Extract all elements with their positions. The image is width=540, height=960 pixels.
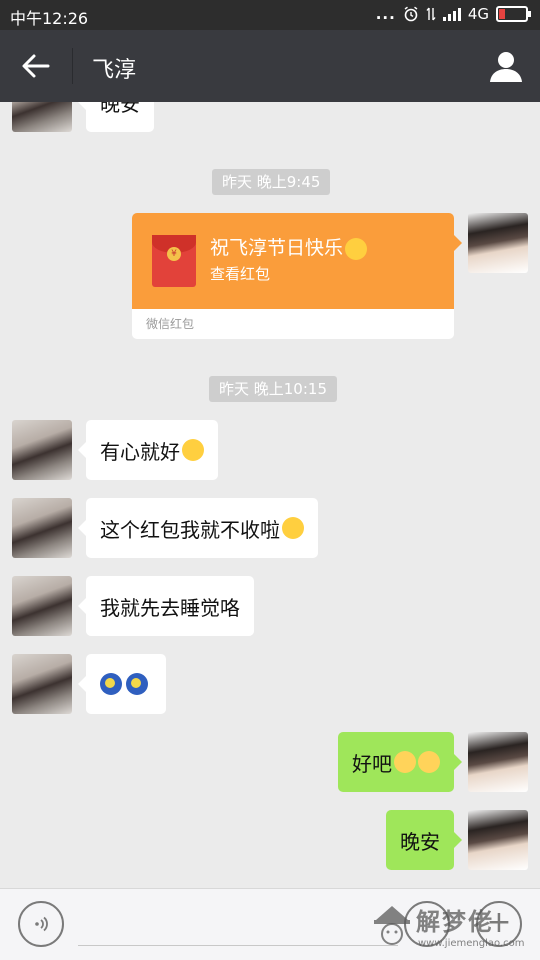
battery-icon	[496, 6, 531, 22]
laugh-cry-emoji-icon	[282, 517, 304, 539]
fortune-teller-logo-icon	[374, 906, 410, 945]
watermark: 解梦佬 www.jiemenglao.com	[372, 900, 540, 960]
message-bubble[interactable]: 晚安	[78, 102, 154, 132]
contact-avatar[interactable]	[12, 654, 72, 714]
message-text: 晚安	[100, 102, 140, 116]
chat-header: 飞淳	[0, 30, 540, 102]
message-bubble[interactable]: 这个红包我就不收啦	[78, 498, 318, 558]
page-title: 飞淳	[92, 58, 137, 83]
message-text: 晚安	[400, 829, 440, 854]
laugh-cry-emoji-icon	[345, 237, 368, 260]
bubble-tail	[454, 235, 462, 251]
message-input[interactable]	[78, 945, 398, 946]
message-text: 好吧	[352, 751, 392, 776]
red-packet-greeting: 祝飞淳节日快乐	[210, 233, 368, 260]
status-icons: ... 4G	[375, 5, 531, 23]
watermark-brand: 解梦佬	[416, 908, 494, 936]
alarm-icon	[404, 6, 418, 22]
status-bar: 中午12:26 ... 4G	[0, 0, 540, 30]
message-bubble-sent[interactable]: 晚安	[386, 810, 462, 870]
smile-emoji-icon	[182, 439, 204, 461]
red-packet-source: 微信红包	[132, 309, 454, 339]
red-packet-action: 查看红包	[210, 265, 271, 283]
red-envelope-icon: ¥	[152, 235, 196, 287]
header-divider	[72, 48, 73, 84]
disappointed-emoji-icon	[418, 751, 440, 773]
more-dots-icon: ...	[375, 5, 396, 23]
network-type: 4G	[467, 5, 489, 23]
message-text: 有心就好	[100, 439, 180, 464]
contact-avatar[interactable]	[12, 576, 72, 636]
red-packet-message[interactable]: ¥ 祝飞淳节日快乐 查看红包 微信红包	[132, 213, 454, 339]
message-text: 这个红包我就不收啦	[100, 517, 280, 542]
my-avatar[interactable]	[468, 213, 528, 273]
watermark-url: www.jiemenglao.com	[418, 938, 525, 949]
timestamp: 昨天 晚上9:45	[212, 169, 331, 195]
data-transfer-icon	[426, 7, 436, 21]
my-avatar[interactable]	[468, 810, 528, 870]
back-arrow-icon[interactable]	[18, 50, 54, 82]
voice-icon[interactable]	[18, 901, 64, 947]
contact-avatar[interactable]	[12, 498, 72, 558]
timestamp: 昨天 晚上10:15	[209, 376, 337, 402]
my-avatar[interactable]	[468, 732, 528, 792]
message-text: 我就先去睡觉咯	[100, 595, 240, 620]
moon-emoji-icon	[100, 673, 122, 695]
chat-area[interactable]: 晚安 昨天 晚上9:45 ¥ 祝飞淳节日快乐 查看红包 微信红包 昨天 晚上10…	[0, 102, 540, 888]
status-time: 中午12:26	[10, 9, 89, 28]
message-bubble[interactable]: 有心就好	[78, 420, 218, 480]
contact-avatar[interactable]	[12, 102, 72, 132]
contact-avatar[interactable]	[12, 420, 72, 480]
message-bubble[interactable]	[78, 654, 166, 714]
moon-emoji-icon	[126, 673, 148, 695]
signal-icon	[442, 7, 461, 21]
message-bubble[interactable]: 我就先去睡觉咯	[78, 576, 254, 636]
worried-emoji-icon	[394, 751, 416, 773]
message-bubble-sent[interactable]: 好吧	[338, 732, 462, 792]
contact-profile-icon[interactable]	[488, 48, 524, 84]
